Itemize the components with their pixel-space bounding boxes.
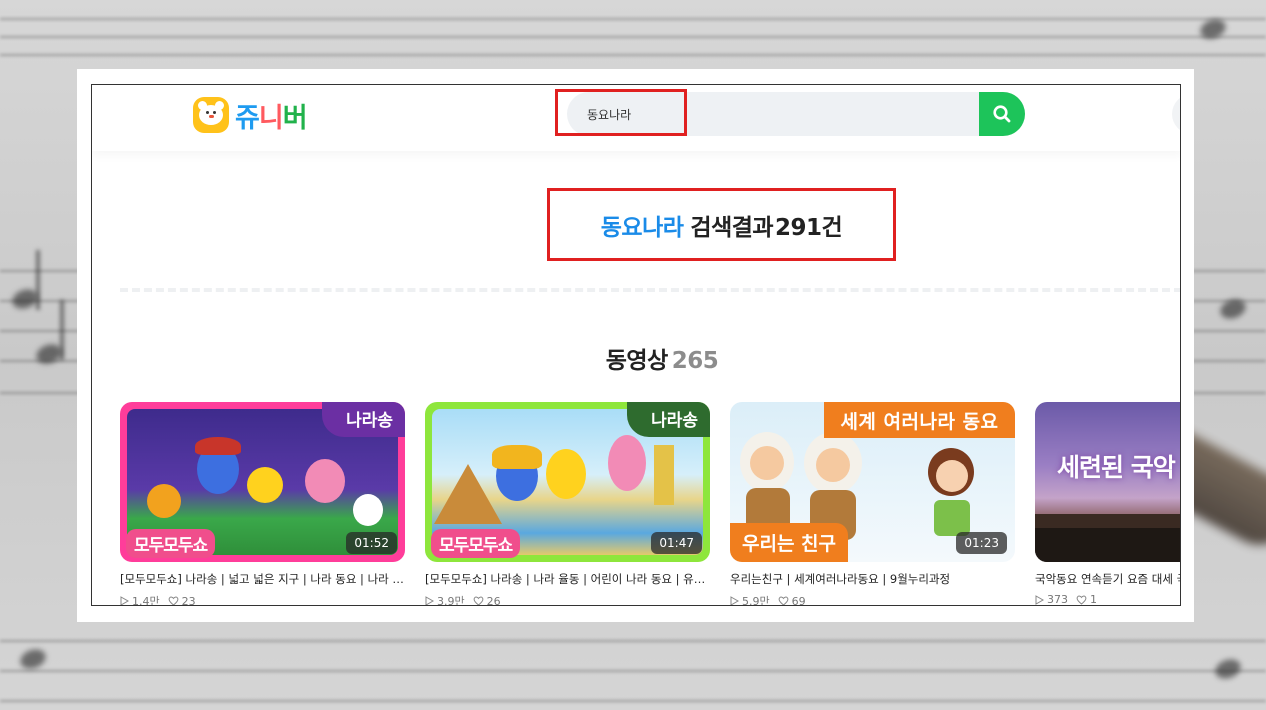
play-icon [730, 596, 739, 605]
thumbnail-title-art: 세련된 국악 [1057, 453, 1176, 482]
duration-badge: 01:52 [346, 532, 397, 554]
show-logo: 모두모두쇼 [126, 529, 216, 558]
video-section-title: 동영상 265 [605, 348, 719, 374]
view-count: 1.4만 [132, 595, 160, 606]
like-count: 69 [791, 594, 806, 606]
video-stats: 373 1 [1035, 593, 1180, 606]
search-result-heading: 동요나라 검색결과 291건 [547, 188, 896, 261]
category-tag: 나라송 [322, 402, 405, 437]
video-card[interactable]: 나라송 모두모두쇼 01:47 [모두모두쇼] 나라송 | 나라 율동 | 어린… [425, 402, 710, 606]
view-count: 5.9만 [742, 595, 770, 606]
video-stats: 5.9만 69 [730, 593, 1015, 606]
category-tag: 세계 여러나라 동요 [824, 402, 1015, 438]
view-count: 373 [1047, 593, 1068, 606]
screenshot-card: 쥬 니 버 동요나라 검색결과 291건 [77, 69, 1194, 622]
result-count: 291건 [775, 214, 843, 241]
result-keyword: 동요나라 [600, 214, 684, 241]
profile-button[interactable] [1172, 94, 1180, 134]
heart-icon [1076, 595, 1087, 605]
duration-badge: 01:23 [956, 532, 1007, 554]
play-icon [425, 596, 434, 605]
logo-text: 쥬 니 버 [235, 102, 308, 133]
video-thumbnail[interactable]: 나라송 모두모두쇼 01:52 [120, 402, 405, 562]
section-divider [120, 288, 1180, 292]
video-card[interactable]: 세련된 국악 국악동요 연속듣기 요즘 대세 국 373 1 [1035, 402, 1180, 606]
subtitle-tag: 우리는 친구 [730, 523, 849, 562]
browser-frame: 쥬 니 버 동요나라 검색결과 291건 [91, 84, 1181, 606]
video-title[interactable]: 국악동요 연속듣기 요즘 대세 국 [1035, 571, 1180, 587]
like-count: 1 [1090, 593, 1097, 606]
video-card[interactable]: 나라송 모두모두쇼 01:52 [모두모두쇼] 나라송 | 넓고 넓은 지구 |… [120, 402, 405, 606]
bear-logo-icon [193, 97, 229, 133]
heart-icon [168, 596, 179, 605]
duration-badge: 01:47 [651, 532, 702, 554]
video-title[interactable]: [모두모두쇼] 나라송 | 나라 율동 | 어린이 나라 동요 | 유… [425, 571, 710, 587]
site-logo[interactable]: 쥬 니 버 [193, 95, 308, 135]
search-button[interactable] [979, 92, 1025, 136]
category-tag: 나라송 [627, 402, 710, 437]
show-logo: 모두모두쇼 [431, 529, 521, 558]
video-list: 나라송 모두모두쇼 01:52 [모두모두쇼] 나라송 | 넓고 넓은 지구 |… [120, 402, 1180, 606]
video-stats: 1.4만 23 [120, 593, 405, 606]
video-card[interactable]: 세계 여러나라 동요 우리는 친구 01:23 우리는친구 | 세계여러나라동요… [730, 402, 1015, 606]
heart-icon [778, 596, 789, 605]
video-title[interactable]: 우리는친구 | 세계여러나라동요 | 9월누리과정 [730, 571, 1015, 587]
like-count: 23 [181, 594, 196, 606]
search-bar [567, 92, 1025, 136]
result-label: 검색결과 [690, 214, 774, 241]
search-input[interactable] [587, 92, 967, 136]
video-thumbnail[interactable]: 나라송 모두모두쇼 01:47 [425, 402, 710, 562]
view-count: 3.9만 [437, 595, 465, 606]
heart-icon [473, 596, 484, 605]
search-icon [993, 105, 1011, 123]
video-title[interactable]: [모두모두쇼] 나라송 | 넓고 넓은 지구 | 나라 동요 | 나라 … [120, 571, 405, 587]
site-header: 쥬 니 버 [92, 85, 1180, 151]
play-icon [1035, 594, 1044, 605]
like-count: 26 [486, 594, 501, 606]
video-thumbnail[interactable]: 세계 여러나라 동요 우리는 친구 01:23 [730, 402, 1015, 562]
video-count: 265 [671, 348, 719, 374]
video-stats: 3.9만 26 [425, 593, 710, 606]
video-thumbnail[interactable]: 세련된 국악 [1035, 402, 1180, 562]
play-icon [120, 596, 129, 605]
